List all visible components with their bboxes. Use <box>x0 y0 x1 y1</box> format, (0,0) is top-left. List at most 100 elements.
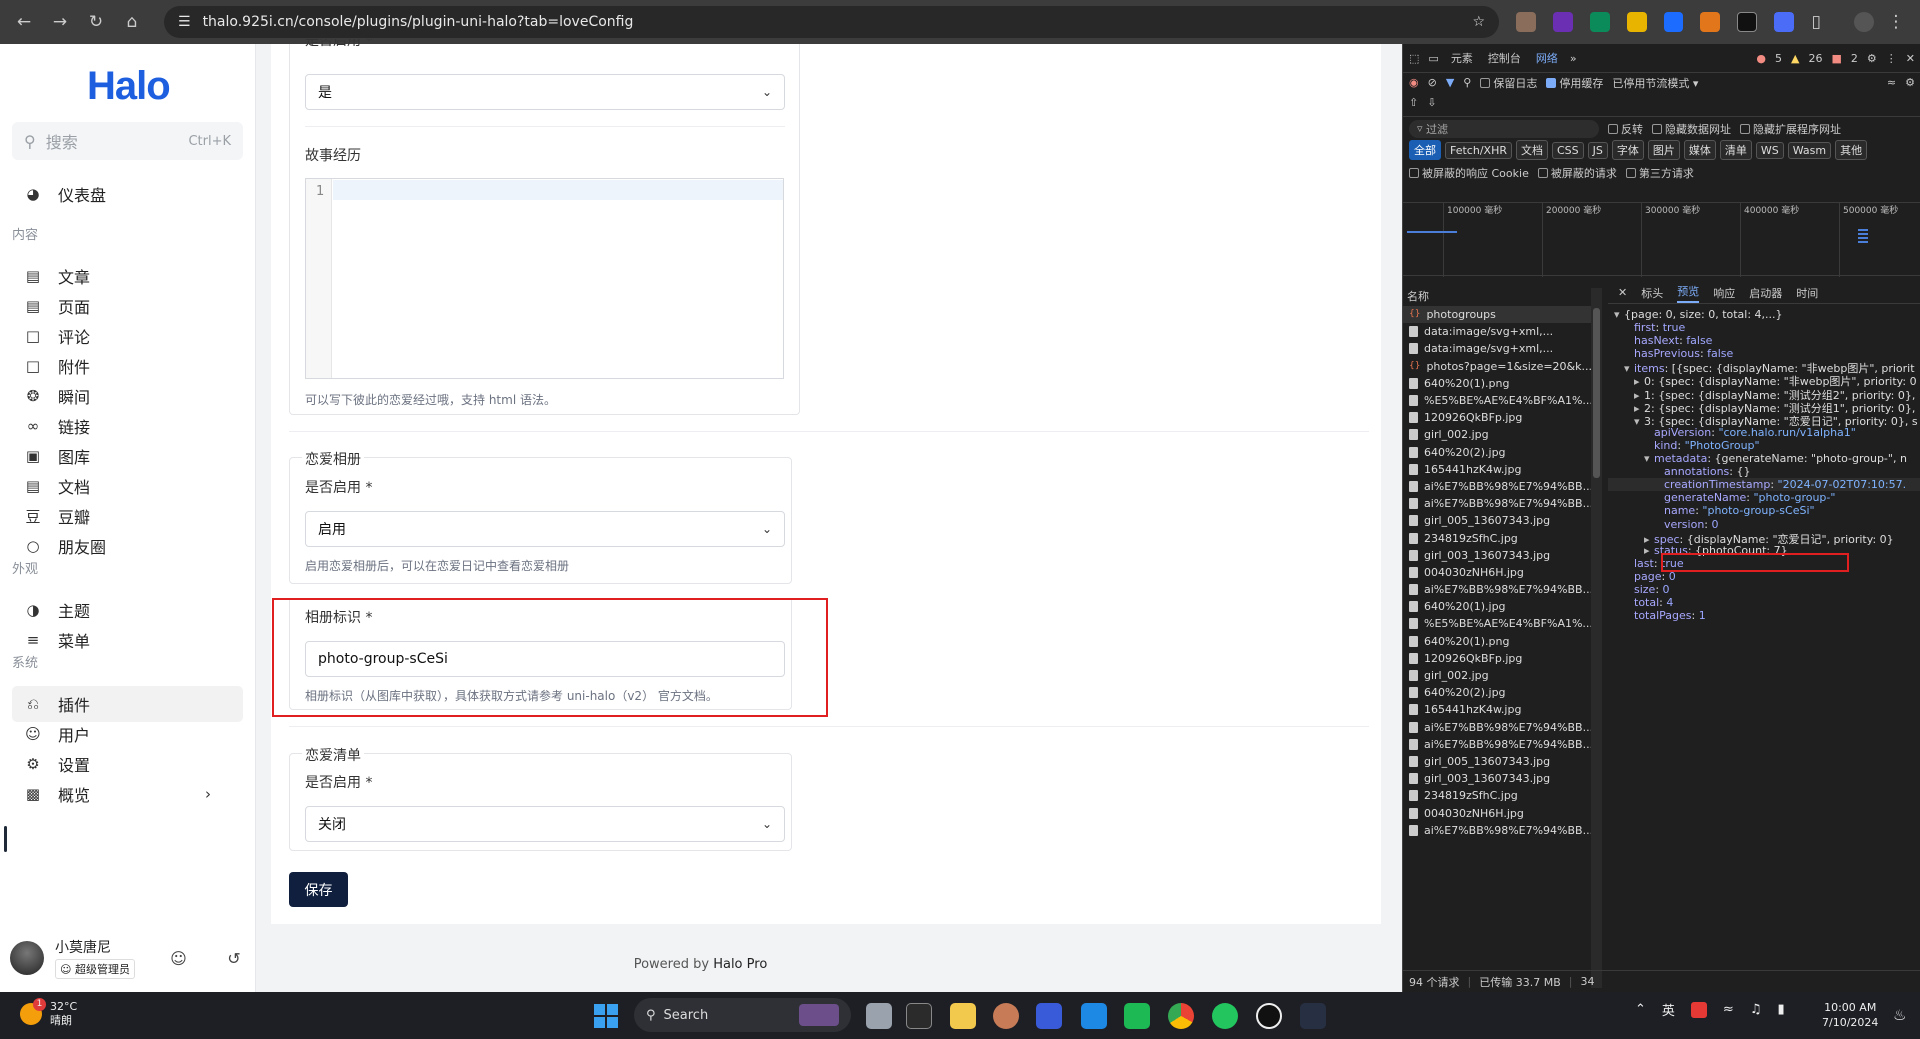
request-row[interactable]: %E5%BE%AE%E4%BF%A1%... <box>1403 615 1591 632</box>
search-icon[interactable]: ⚲ <box>1463 76 1471 89</box>
clear-icon[interactable]: ⊘ <box>1428 76 1437 89</box>
tab-elements[interactable]: 元素 <box>1448 50 1476 66</box>
hbuilder-icon[interactable] <box>1124 1003 1150 1029</box>
request-row[interactable]: 640%20(1).jpg <box>1403 598 1591 615</box>
request-row[interactable]: girl_005_13607343.jpg <box>1403 512 1591 529</box>
type-chip[interactable]: 媒体 <box>1683 140 1716 160</box>
request-row[interactable]: girl_005_13607343.jpg <box>1403 753 1591 770</box>
request-row[interactable]: ai%E7%BB%98%E7%94%BB... <box>1403 736 1591 753</box>
request-row[interactable]: 640%20(1).png <box>1403 375 1591 392</box>
request-list-scrollbar[interactable] <box>1591 288 1602 988</box>
network-timeline[interactable]: 100000 毫秒 200000 毫秒 300000 毫秒 400000 毫秒 … <box>1403 202 1920 277</box>
request-row[interactable]: ai%E7%BB%98%E7%94%BB... <box>1403 822 1591 839</box>
app-icon[interactable] <box>1300 1003 1326 1029</box>
upload-icon[interactable]: ⇧ <box>1409 96 1418 109</box>
request-row[interactable]: ai%E7%BB%98%E7%94%BB... <box>1403 495 1591 512</box>
weather-widget[interactable]: 32°C 晴朗 <box>20 1000 77 1028</box>
clock[interactable]: 10:00 AM 7/10/2024 <box>1822 1000 1878 1030</box>
home-icon[interactable]: ⌂ <box>118 8 146 36</box>
tab-preview[interactable]: 预览 <box>1677 283 1700 303</box>
sidebar-item-menus[interactable]: ≡ 菜单 <box>12 622 243 658</box>
preserve-log-checkbox[interactable]: 保留日志 <box>1480 75 1537 91</box>
tab-timing[interactable]: 时间 <box>1796 285 1818 301</box>
tab-network[interactable]: 网络 <box>1533 50 1561 66</box>
task-view-icon[interactable] <box>866 1003 892 1029</box>
wifi-icon[interactable]: ≈ <box>1723 1002 1734 1017</box>
sidebar-item-overview[interactable]: ▩ 概览 › <box>12 776 243 812</box>
save-button[interactable]: 保存 <box>289 872 348 907</box>
json-line[interactable]: ▸ spec: {displayName: "恋爱日记", priority: 0… <box>1608 531 1920 546</box>
wifi-icon[interactable]: ≈ <box>1887 76 1896 89</box>
request-row[interactable]: 640%20(1).png <box>1403 633 1591 650</box>
scrollbar-thumb[interactable] <box>1593 308 1600 478</box>
request-row[interactable]: 004030zNH6H.jpg <box>1403 804 1591 821</box>
blocked-requests-checkbox[interactable]: 被屏蔽的请求 <box>1537 165 1617 181</box>
error-icon[interactable]: ● <box>1756 52 1766 65</box>
type-chip[interactable]: CSS <box>1551 141 1584 159</box>
close-icon[interactable]: ✕ <box>1906 52 1915 65</box>
file-explorer-icon[interactable] <box>950 1003 976 1029</box>
json-line[interactable]: ▾ metadata: {generateName: "photo-group-"… <box>1608 452 1920 465</box>
menu-icon[interactable]: ⋮ <box>1882 8 1910 36</box>
type-chip[interactable]: JS <box>1587 141 1608 159</box>
request-row[interactable]: data:image/svg+xml,... <box>1403 340 1591 357</box>
filter-icon[interactable]: ▼ <box>1446 76 1454 89</box>
json-line[interactable]: ▸ 1: {spec: {displayName: "测试分组2", priori… <box>1608 387 1920 402</box>
settings-icon[interactable]: ⚙ <box>1905 76 1915 89</box>
type-chip[interactable]: 其他 <box>1835 140 1868 160</box>
device-toggle-icon[interactable]: ▭ <box>1428 52 1438 65</box>
request-row[interactable]: {} photogroups <box>1403 306 1591 324</box>
third-party-checkbox[interactable]: 第三方请求 <box>1625 165 1694 181</box>
sidebar-item-dashboard[interactable]: ◕ 仪表盘 <box>12 176 243 212</box>
type-chip[interactable]: 图片 <box>1647 140 1680 160</box>
tab-response[interactable]: 响应 <box>1713 285 1735 301</box>
extension-icon[interactable] <box>1516 12 1536 32</box>
extension-icon[interactable] <box>1663 12 1684 32</box>
webstorm-icon[interactable] <box>1081 1003 1107 1029</box>
request-row[interactable]: girl_003_13607343.jpg <box>1403 547 1591 564</box>
extension-icon[interactable] <box>1552 12 1573 32</box>
inspect-icon[interactable]: ⬚ <box>1409 52 1419 65</box>
wechat-icon[interactable] <box>1212 1003 1238 1029</box>
blocked-cookies-checkbox[interactable]: 被屏蔽的响应 Cookie <box>1409 165 1529 181</box>
kebab-icon[interactable]: ⋮ <box>1886 52 1897 65</box>
app-icon[interactable] <box>993 1003 1019 1029</box>
extension-icon[interactable] <box>1626 12 1647 32</box>
request-row[interactable]: 004030zNH6H.jpg <box>1403 564 1591 581</box>
request-row[interactable]: data:image/svg+xml,... <box>1403 323 1591 340</box>
disable-cache-checkbox[interactable]: 停用缓存 <box>1546 75 1603 91</box>
type-chip[interactable]: Wasm <box>1787 141 1832 159</box>
volume-icon[interactable]: ♫ <box>1750 1002 1762 1017</box>
json-preview[interactable]: ▾ {page: 0, size: 0, total: 4,...} first:… <box>1608 308 1920 868</box>
request-row[interactable]: girl_002.jpg <box>1403 667 1591 684</box>
type-chip[interactable]: Fetch/XHR <box>1445 141 1512 159</box>
request-row[interactable]: 165441hzK4w.jpg <box>1403 701 1591 718</box>
ime-indicator[interactable]: 英 <box>1662 1000 1675 1019</box>
extension-icon[interactable] <box>1589 12 1610 32</box>
type-chip[interactable]: 全部 <box>1409 140 1441 160</box>
request-row[interactable]: 120926QkBFp.jpg <box>1403 409 1591 426</box>
record-icon[interactable]: ◉ <box>1409 76 1419 89</box>
hide-data-urls-checkbox[interactable]: 隐藏数据网址 <box>1652 121 1731 137</box>
profile-avatar-icon[interactable] <box>1854 12 1875 32</box>
sidebar-item-friends[interactable]: ○ 朋友圈 <box>12 528 243 564</box>
puzzle-icon[interactable]: ▯ <box>1802 8 1830 36</box>
search-box[interactable]: ⚲ 搜索 Ctrl+K <box>12 122 243 160</box>
tab-headers[interactable]: 标头 <box>1641 285 1663 301</box>
tab-console[interactable]: 控制台 <box>1485 50 1524 66</box>
notification-bell-icon[interactable]: ♨ <box>1893 1006 1906 1024</box>
ide-app-icon[interactable] <box>1036 1003 1062 1029</box>
request-row[interactable]: 234819zSfhC.jpg <box>1403 529 1591 546</box>
request-row[interactable]: %E5%BE%AE%E4%BF%A1%... <box>1403 392 1591 409</box>
tray-app-icon[interactable] <box>1690 1001 1707 1018</box>
request-row[interactable]: girl_002.jpg <box>1403 426 1591 443</box>
request-row[interactable]: ai%E7%BB%98%E7%94%BB... <box>1403 581 1591 598</box>
reload-icon[interactable]: ↻ <box>82 8 110 36</box>
taskbar-search[interactable]: ⚲ Search <box>634 998 851 1032</box>
close-detail-icon[interactable]: ✕ <box>1618 286 1627 299</box>
request-row[interactable]: 165441hzK4w.jpg <box>1403 461 1591 478</box>
download-icon[interactable]: ⇩ <box>1427 96 1436 109</box>
back-icon[interactable]: ← <box>10 8 38 36</box>
chrome-icon[interactable] <box>1168 1003 1194 1029</box>
extension-icon[interactable] <box>1737 12 1758 32</box>
